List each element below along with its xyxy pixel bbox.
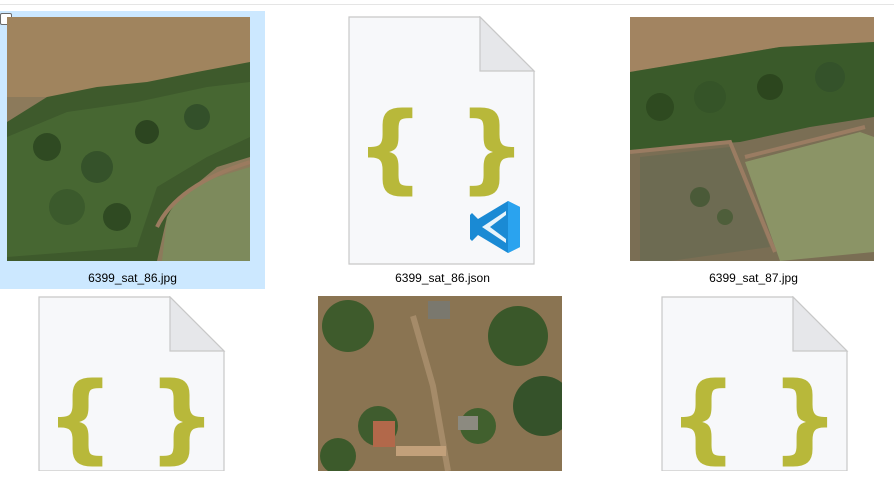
image-thumbnail <box>630 17 874 261</box>
file-item-6399-sat-87-jpg[interactable]: 6399_sat_87.jpg <box>621 11 886 289</box>
file-name[interactable]: 6399_sat_86.json <box>330 271 555 285</box>
file-item-json[interactable]: { } <box>643 294 868 483</box>
svg-text:{ }: { } <box>46 362 216 471</box>
file-item-6399-sat-86-jpg[interactable]: 6399_sat_86.jpg <box>0 11 265 289</box>
json-file-icon: { } <box>348 16 538 266</box>
json-file-icon: { } <box>38 296 228 471</box>
header-divider <box>0 4 894 5</box>
file-name[interactable]: 6399_sat_86.jpg <box>0 271 265 285</box>
image-thumbnail <box>318 296 562 471</box>
file-name[interactable]: 6399_sat_87.jpg <box>621 271 886 285</box>
file-item-json[interactable]: { } <box>20 294 245 483</box>
image-thumbnail <box>7 17 250 261</box>
file-item-6399-sat-86-json[interactable]: { } 6399_sat_86.json <box>330 11 555 289</box>
json-file-icon: { } <box>661 296 851 471</box>
svg-text:{ }: { } <box>669 362 839 471</box>
file-item-image[interactable] <box>310 294 570 483</box>
svg-text:{ }: { } <box>356 92 526 204</box>
